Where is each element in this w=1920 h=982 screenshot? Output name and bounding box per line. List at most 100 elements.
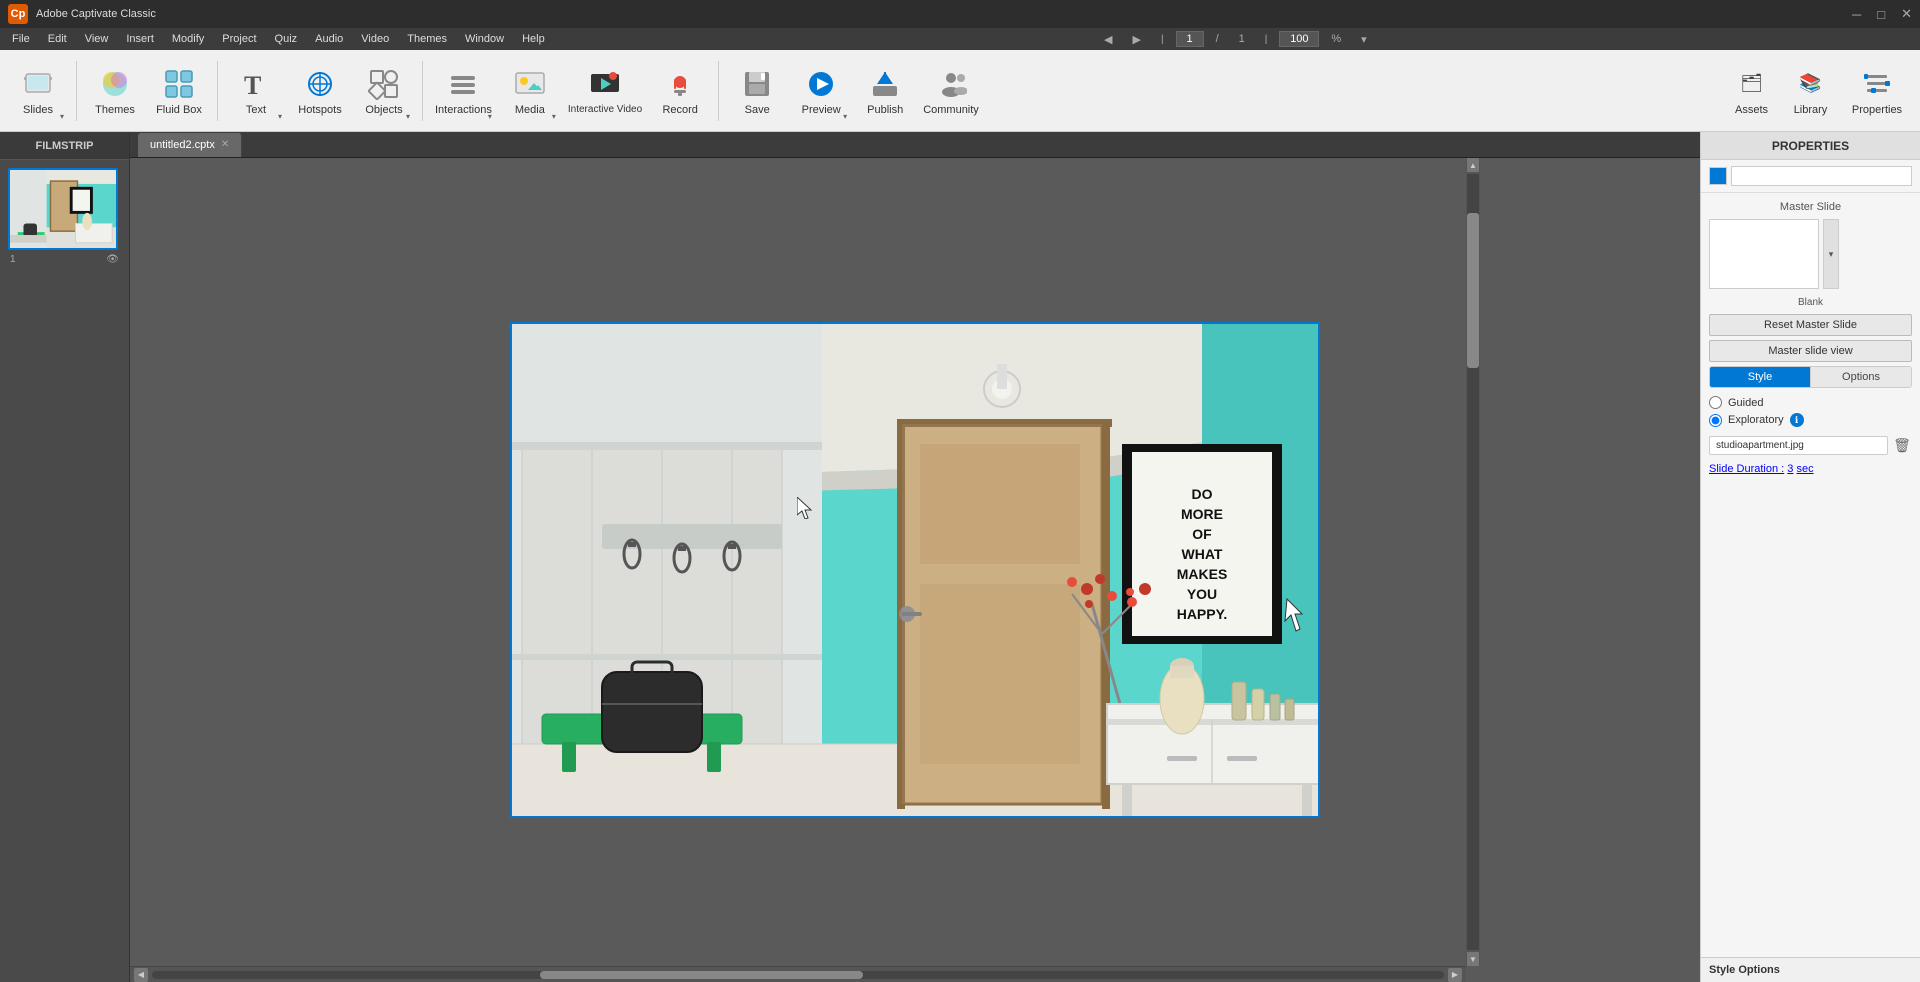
- menu-edit[interactable]: Edit: [40, 31, 75, 47]
- canvas-scroll[interactable]: DO MORE OF WHAT MAKES YOU HAPPY.: [130, 158, 1700, 982]
- toolbar-interactive-video[interactable]: Interactive Video: [564, 55, 646, 127]
- tab-style[interactable]: Style: [1710, 367, 1811, 387]
- vscroll-down[interactable]: ▼: [1467, 952, 1479, 966]
- tab-label: untitled2.cptx: [150, 139, 215, 151]
- exploratory-radio[interactable]: [1709, 414, 1722, 427]
- media-label: Media: [515, 104, 545, 116]
- toolbar-hotspots[interactable]: Hotspots: [290, 55, 350, 127]
- objects-icon: [366, 66, 402, 102]
- slide-number-display: 1: [10, 254, 16, 265]
- exploratory-info-icon[interactable]: ℹ: [1790, 413, 1804, 427]
- menu-help[interactable]: Help: [514, 31, 553, 47]
- record-icon: [662, 66, 698, 102]
- properties-icon: [1859, 66, 1895, 102]
- canvas-vscrollbar[interactable]: ▲ ▼: [1466, 158, 1480, 966]
- menu-themes[interactable]: Themes: [399, 31, 455, 47]
- menu-audio[interactable]: Audio: [307, 31, 351, 47]
- color-swatch[interactable]: [1709, 167, 1727, 185]
- svg-text:MAKES: MAKES: [1177, 566, 1228, 582]
- master-slide-preview[interactable]: [1709, 219, 1819, 289]
- community-label: Community: [923, 104, 979, 116]
- canvas-hscrollbar[interactable]: ◀ ▶: [130, 966, 1466, 982]
- guided-radio[interactable]: [1709, 396, 1722, 409]
- toolbar-save[interactable]: Save: [727, 55, 787, 127]
- app-logo: Cp: [8, 4, 28, 24]
- menu-insert[interactable]: Insert: [118, 31, 162, 47]
- blank-label: Blank: [1709, 297, 1912, 308]
- file-name-display: studioapartment.jpg: [1709, 436, 1888, 455]
- menu-file[interactable]: File: [4, 31, 38, 47]
- interactive-video-icon: [587, 66, 623, 102]
- slide-eye-icon: 👁: [106, 254, 119, 265]
- text-label: Text: [246, 104, 266, 116]
- slide-thumbnail-1[interactable]: [8, 168, 118, 250]
- toolbar-community[interactable]: Community: [919, 55, 983, 127]
- toolbar-text[interactable]: T Text ▾: [226, 55, 286, 127]
- hotspots-label: Hotspots: [298, 104, 341, 116]
- fluid-box-icon: [161, 66, 197, 102]
- publish-icon: [867, 66, 903, 102]
- slide-number-input[interactable]: [1176, 31, 1204, 47]
- tab-close-button[interactable]: ✕: [221, 139, 229, 150]
- zoom-dropdown[interactable]: ▾: [1353, 31, 1375, 48]
- menu-modify[interactable]: Modify: [164, 31, 212, 47]
- menu-view[interactable]: View: [77, 31, 117, 47]
- canvas-area: untitled2.cptx ✕: [130, 132, 1700, 982]
- properties-label: Properties: [1852, 104, 1902, 116]
- toolbar-library[interactable]: 📚 Library: [1783, 55, 1838, 127]
- toolbar-preview[interactable]: Preview ▾: [791, 55, 851, 127]
- hscroll-left[interactable]: ◀: [134, 968, 148, 982]
- toolbar-media[interactable]: Media ▾: [500, 55, 560, 127]
- filmstrip-content[interactable]: 1 👁: [0, 160, 129, 982]
- toolbar-properties[interactable]: Properties: [1842, 55, 1912, 127]
- nav-arrow-left[interactable]: ◀: [1096, 31, 1120, 48]
- hscroll-right[interactable]: ▶: [1448, 968, 1462, 982]
- publish-label: Publish: [867, 104, 903, 116]
- zoom-input[interactable]: [1279, 31, 1319, 47]
- master-slide-view-button[interactable]: Master slide view: [1709, 340, 1912, 362]
- hscroll-thumb[interactable]: [540, 971, 863, 979]
- nav-arrow-right[interactable]: ▶: [1125, 31, 1149, 48]
- close-button[interactable]: ✕: [1901, 6, 1912, 22]
- sep3: [422, 61, 423, 121]
- menu-window[interactable]: Window: [457, 31, 512, 47]
- guided-radio-item: Guided: [1709, 396, 1912, 409]
- color-input[interactable]: [1731, 166, 1912, 186]
- toolbar-interactions[interactable]: Interactions ▾: [431, 55, 496, 127]
- slides-icon: [20, 66, 56, 102]
- master-slide-dropdown[interactable]: ▾: [1823, 219, 1839, 289]
- minimize-button[interactable]: ─: [1852, 7, 1861, 22]
- toolbar-record[interactable]: Record: [650, 55, 710, 127]
- toolbar-themes[interactable]: Themes: [85, 55, 145, 127]
- svg-text:MORE: MORE: [1181, 506, 1223, 522]
- menu-quiz[interactable]: Quiz: [267, 31, 306, 47]
- titlebar: Cp Adobe Captivate Classic ─ □ ✕: [0, 0, 1920, 28]
- total-slides: 1: [1231, 31, 1253, 47]
- delete-file-button[interactable]: 🗑: [1892, 435, 1912, 455]
- svg-text:WHAT: WHAT: [1182, 546, 1223, 562]
- properties-panel: PROPERTIES Master Slide ▾ Blank Reset Ma…: [1700, 132, 1920, 982]
- menu-video[interactable]: Video: [353, 31, 397, 47]
- tab-options[interactable]: Options: [1811, 367, 1911, 387]
- toolbar-objects[interactable]: Objects ▾: [354, 55, 414, 127]
- menu-project[interactable]: Project: [214, 31, 264, 47]
- maximize-button[interactable]: □: [1877, 7, 1885, 22]
- filmstrip-header: FILMSTRIP: [0, 132, 129, 160]
- toolbar-slides[interactable]: Slides ▾: [8, 55, 68, 127]
- slide-tab-main[interactable]: untitled2.cptx ✕: [138, 133, 242, 157]
- sep4: [718, 61, 719, 121]
- filmstrip-panel: FILMSTRIP: [0, 132, 130, 982]
- toolbar: Slides ▾ Themes Fluid Box T Text ▾ Hotsp…: [0, 50, 1920, 132]
- toolbar-publish[interactable]: Publish: [855, 55, 915, 127]
- vscroll-thumb[interactable]: [1467, 213, 1479, 368]
- vscroll-up[interactable]: ▲: [1467, 158, 1479, 172]
- toolbar-assets[interactable]: 🗂 Assets: [1724, 55, 1779, 127]
- interactions-icon: [445, 66, 481, 102]
- interactions-label: Interactions: [435, 104, 492, 116]
- reset-master-button[interactable]: Reset Master Slide: [1709, 314, 1912, 336]
- toolbar-fluid-box[interactable]: Fluid Box: [149, 55, 209, 127]
- master-slide-row: ▾: [1709, 219, 1912, 289]
- properties-body: Master Slide ▾ Blank Reset Master Slide …: [1701, 193, 1920, 957]
- text-icon: T: [238, 66, 274, 102]
- slide-duration-value[interactable]: 3: [1787, 463, 1793, 475]
